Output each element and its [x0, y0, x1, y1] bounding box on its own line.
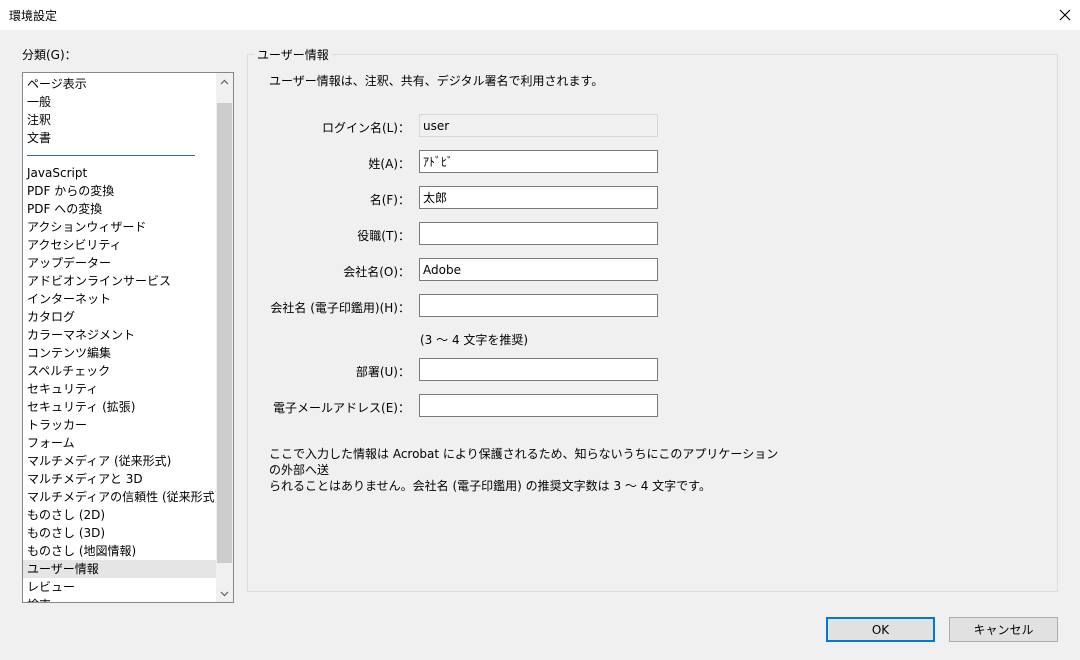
- cancel-button[interactable]: キャンセル: [949, 617, 1058, 642]
- company-seal-label: 会社名 (電子印鑑用)(H)：: [270, 301, 410, 315]
- list-item[interactable]: コンテンツ編集: [23, 344, 217, 362]
- list-item[interactable]: セキュリティ (拡張): [23, 398, 217, 416]
- list-item-documents[interactable]: 文書: [23, 129, 217, 147]
- list-item-general[interactable]: 一般: [23, 93, 217, 111]
- list-item-comments[interactable]: 注釈: [23, 111, 217, 129]
- list-item[interactable]: アクションウィザード: [23, 218, 217, 236]
- list-item[interactable]: カラーマネジメント: [23, 326, 217, 344]
- login-name-field: [419, 114, 658, 137]
- list-item[interactable]: アクセシビリティ: [23, 236, 217, 254]
- list-item[interactable]: インターネット: [23, 290, 217, 308]
- close-icon: [1059, 9, 1071, 21]
- seal-hint: (3 ～ 4 文字を推奨): [420, 333, 529, 347]
- list-item[interactable]: セキュリティ: [23, 380, 217, 398]
- list-item[interactable]: 検索: [23, 596, 217, 602]
- list-item[interactable]: アドビオンラインサービス: [23, 272, 217, 290]
- list-item[interactable]: マルチメディアと 3D: [23, 470, 217, 488]
- scroll-up-button[interactable]: [216, 73, 233, 90]
- list-item[interactable]: フォーム: [23, 434, 217, 452]
- list-item-page-display[interactable]: ページ表示: [23, 75, 217, 93]
- categories-list[interactable]: ページ表示 一般 注釈 文書 JavaScript PDF からの変換 PDF …: [22, 72, 234, 603]
- list-item[interactable]: PDF への変換: [23, 200, 217, 218]
- login-name-label: ログイン名(L)：: [321, 121, 410, 135]
- department-field[interactable]: [419, 358, 658, 381]
- list-item[interactable]: JavaScript: [23, 164, 217, 182]
- scroll-thumb[interactable]: [217, 103, 232, 563]
- list-item[interactable]: ものさし (2D): [23, 506, 217, 524]
- list-item[interactable]: ものさし (3D): [23, 524, 217, 542]
- first-name-label: 名(F)：: [369, 193, 410, 207]
- company-seal-field[interactable]: [419, 294, 658, 317]
- list-item[interactable]: マルチメディア (従来形式): [23, 452, 217, 470]
- last-name-label: 姓(A)：: [368, 157, 410, 171]
- chevron-up-icon: [220, 79, 229, 84]
- list-item[interactable]: カタログ: [23, 308, 217, 326]
- last-name-field[interactable]: [419, 150, 658, 173]
- chevron-down-icon: [220, 591, 229, 596]
- privacy-note: ここで入力した情報は Acrobat により保護されるため、知らないうちにこのア…: [269, 446, 789, 494]
- privacy-note-line-1: ここで入力した情報は Acrobat により保護されるため、知らないうちにこのア…: [269, 447, 779, 477]
- close-button[interactable]: [1050, 0, 1080, 30]
- list-item[interactable]: アップデーター: [23, 254, 217, 272]
- email-label: 電子メールアドレス(E)：: [273, 401, 410, 415]
- company-field[interactable]: [419, 258, 658, 281]
- list-item[interactable]: PDF からの変換: [23, 182, 217, 200]
- list-divider: [27, 155, 195, 156]
- scroll-down-button[interactable]: [216, 585, 233, 602]
- list-item[interactable]: マルチメディアの信頼性 (従来形式): [23, 488, 219, 506]
- categories-label: 分類(G)：: [22, 48, 77, 62]
- user-info-intro: ユーザー情報は、注釈、共有、デジタル署名で利用されます。: [269, 74, 604, 88]
- window-title: 環境設定: [9, 9, 58, 23]
- job-title-label: 役職(T)：: [357, 229, 410, 243]
- group-title: ユーザー情報: [254, 46, 332, 63]
- title-bar: 環境設定: [0, 0, 1080, 30]
- ok-button[interactable]: OK: [826, 617, 935, 642]
- categories-items: ページ表示 一般 注釈 文書 JavaScript PDF からの変換 PDF …: [23, 75, 219, 602]
- list-item[interactable]: トラッカー: [23, 416, 217, 434]
- privacy-note-line-2: られることはありません。会社名 (電子印鑑用) の推奨文字数は 3 ～ 4 文字…: [269, 479, 711, 493]
- department-label: 部署(U)：: [355, 365, 410, 379]
- list-item[interactable]: スペルチェック: [23, 362, 217, 380]
- list-item[interactable]: ものさし (地図情報): [23, 542, 217, 560]
- email-field[interactable]: [419, 394, 658, 417]
- list-item-user-info-selected[interactable]: ユーザー情報: [23, 560, 217, 578]
- list-scrollbar[interactable]: [216, 73, 233, 602]
- preferences-dialog: 環境設定 分類(G)： ページ表示 一般 注釈 文書 JavaScript PD…: [0, 0, 1080, 660]
- first-name-field[interactable]: [419, 186, 658, 209]
- company-label: 会社名(O)：: [343, 265, 410, 279]
- job-title-field[interactable]: [419, 222, 658, 245]
- list-item[interactable]: レビュー: [23, 578, 217, 596]
